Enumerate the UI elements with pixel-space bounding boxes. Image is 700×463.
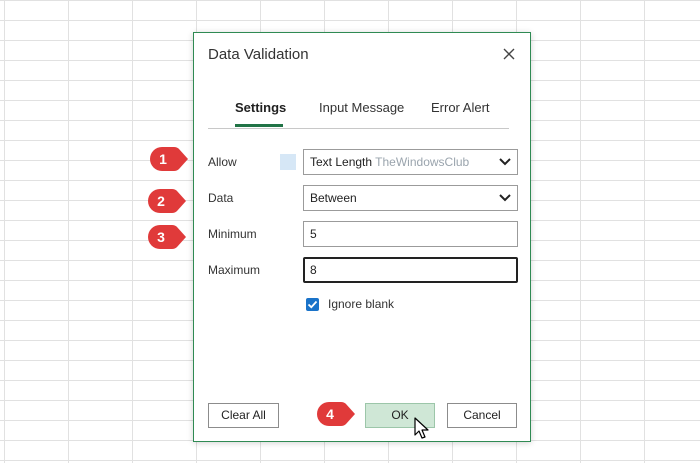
data-select[interactable]: Between: [303, 185, 518, 211]
tab-error-alert[interactable]: Error Alert: [431, 100, 490, 115]
callout-2: 2: [147, 188, 187, 214]
minimum-label: Minimum: [208, 227, 257, 241]
minimum-input[interactable]: 5: [303, 221, 518, 247]
callout-number: 1: [159, 151, 167, 167]
ignore-blank-checkbox[interactable]: [306, 298, 319, 311]
callout-number: 2: [157, 193, 165, 209]
dialog-title: Data Validation: [208, 46, 309, 63]
callout-number: 3: [157, 229, 165, 245]
close-icon[interactable]: [499, 44, 519, 64]
allow-select-value: Text Length: [310, 155, 373, 169]
watermark-logo-icon: [280, 154, 296, 170]
active-tab-indicator: [235, 124, 283, 127]
maximum-input[interactable]: 8: [303, 257, 518, 283]
data-validation-dialog: Data Validation Settings Input Message E…: [193, 32, 531, 442]
tab-settings[interactable]: Settings: [235, 100, 286, 115]
tab-input-message[interactable]: Input Message: [319, 100, 404, 115]
callout-1: 1: [149, 146, 189, 172]
allow-label: Allow: [208, 155, 237, 169]
tab-divider: [208, 128, 509, 129]
chevron-down-icon: [499, 158, 511, 166]
watermark-text: TheWindowsClub: [375, 155, 470, 169]
checkmark-icon: [307, 300, 318, 309]
ignore-blank-label: Ignore blank: [328, 297, 395, 311]
maximum-label: Maximum: [208, 263, 261, 277]
data-label: Data: [208, 191, 234, 205]
data-select-value: Between: [310, 191, 357, 205]
cancel-button[interactable]: Cancel: [447, 403, 517, 428]
callout-number: 4: [326, 406, 334, 422]
callout-3: 3: [147, 224, 187, 250]
mouse-cursor-icon: [414, 417, 429, 439]
allow-select[interactable]: Text Length TheWindowsClub: [303, 149, 518, 175]
callout-4: 4: [316, 401, 356, 427]
clear-all-button[interactable]: Clear All: [208, 403, 279, 428]
chevron-down-icon: [499, 194, 511, 202]
